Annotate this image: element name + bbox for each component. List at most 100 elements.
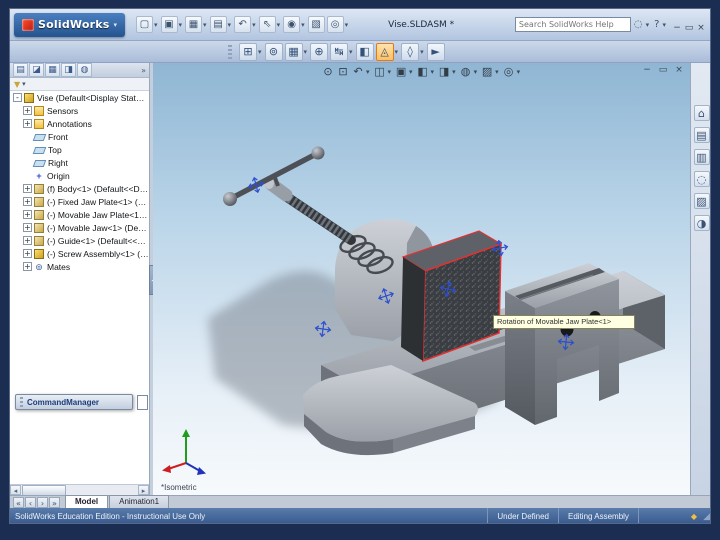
smart-fasteners-icon[interactable]: ⊕: [310, 42, 329, 61]
help-caret-icon[interactable]: ▾: [662, 21, 666, 29]
tab-scroll-prev-icon[interactable]: ‹: [25, 497, 36, 508]
tab-scroll-first-icon[interactable]: «: [13, 497, 24, 508]
view-palette-icon[interactable]: ▨: [693, 193, 710, 209]
expander-icon[interactable]: +: [23, 197, 32, 206]
tree-item-mates[interactable]: + ⊚ Mates: [10, 260, 149, 273]
reference-geometry-icon[interactable]: ◊: [401, 42, 420, 61]
menu-caret-icon[interactable]: ▾: [113, 21, 117, 29]
options-icon[interactable]: ◎: [326, 16, 344, 33]
rebuild-icon[interactable]: ◉: [283, 16, 301, 33]
view-orientation-caret[interactable]: ▾: [409, 68, 413, 76]
open-document-icon[interactable]: ▣: [160, 16, 178, 33]
solidworks-menu-button[interactable]: SolidWorks ▾: [14, 12, 125, 37]
display-style-icon[interactable]: ◧: [416, 65, 430, 78]
tree-item-front-plane[interactable]: + Front: [10, 130, 149, 143]
move-component-caret[interactable]: ▾: [349, 48, 353, 56]
tree-item-guide[interactable]: + (-) Guide<1> (Default<<Default>_Display…: [10, 234, 149, 247]
quick-tips-icon[interactable]: ◆: [685, 512, 703, 521]
expander-icon[interactable]: +: [23, 119, 32, 128]
help-icon[interactable]: ?: [654, 19, 659, 30]
command-manager-bar[interactable]: CommandManager: [15, 394, 133, 410]
options-caret[interactable]: ▾: [345, 21, 349, 29]
expander-icon[interactable]: +: [23, 210, 32, 219]
open-document-caret[interactable]: ▾: [179, 21, 183, 29]
apply-scene-icon[interactable]: ▨: [480, 65, 494, 78]
minimize-icon[interactable]: −: [671, 23, 683, 33]
zoom-to-area-icon[interactable]: ⊡: [336, 65, 350, 78]
edit-appearance-caret[interactable]: ▾: [474, 68, 478, 76]
tree-item-screw-assembly[interactable]: + (-) Screw Assembly<1> (Default<Default_…: [10, 247, 149, 260]
doc-close-icon[interactable]: ×: [673, 65, 685, 75]
view-orientation-icon[interactable]: ▣: [394, 65, 408, 78]
floating-toolbar-stub[interactable]: [137, 395, 148, 410]
select-caret[interactable]: ▾: [277, 21, 281, 29]
filter-funnel-icon[interactable]: ▼: [14, 80, 20, 89]
search-caret-icon[interactable]: ▾: [646, 21, 650, 29]
edit-appearance-icon[interactable]: ◍: [459, 65, 473, 78]
new-document-icon[interactable]: ▢: [136, 16, 153, 33]
previous-view-icon[interactable]: ↶: [351, 65, 365, 78]
scroll-right-icon[interactable]: ▸: [138, 485, 149, 495]
search-results-icon[interactable]: ◌: [693, 171, 710, 187]
toolbar-grip-handle[interactable]: [228, 44, 232, 59]
scrollbar-thumb[interactable]: [22, 484, 66, 496]
panel-overflow-chevron-icon[interactable]: »: [141, 66, 146, 75]
tab-model[interactable]: Model: [65, 495, 109, 508]
linear-component-pattern-caret[interactable]: ▾: [304, 48, 308, 56]
assembly-features-caret[interactable]: ▾: [395, 48, 399, 56]
move-component-icon[interactable]: ↹: [330, 42, 349, 61]
print-caret[interactable]: ▾: [228, 21, 232, 29]
show-hidden-components-icon[interactable]: ◧: [355, 42, 374, 61]
assembly-features-icon[interactable]: ◬: [375, 42, 394, 61]
solidworks-resources-icon[interactable]: ⌂: [693, 105, 710, 121]
file-properties-icon[interactable]: ▧: [307, 16, 325, 33]
close-icon[interactable]: ×: [695, 23, 707, 33]
dimxpertmanager-icon[interactable]: ◨: [61, 63, 76, 77]
doc-minimize-icon[interactable]: −: [641, 65, 653, 75]
view-settings-caret[interactable]: ▾: [517, 68, 521, 76]
expander-icon[interactable]: -: [13, 93, 22, 102]
hide-show-items-icon[interactable]: ◨: [437, 65, 451, 78]
hide-show-items-caret[interactable]: ▾: [452, 68, 456, 76]
tree-item-body[interactable]: + (f) Body<1> (Default<<Default>_Display …: [10, 182, 149, 195]
save-caret[interactable]: ▾: [203, 21, 207, 29]
tree-item-vise-root[interactable]: - Vise (Default<Display State-1>): [10, 91, 149, 104]
zoom-to-fit-icon[interactable]: ⊙: [321, 65, 335, 78]
propertymanager-icon[interactable]: ◪: [29, 63, 44, 77]
reference-geometry-caret[interactable]: ▾: [420, 48, 424, 56]
undo-caret[interactable]: ▾: [252, 21, 256, 29]
featuremanager-tree-icon[interactable]: ▤: [13, 63, 28, 77]
rebuild-caret[interactable]: ▾: [301, 21, 305, 29]
filter-caret-icon[interactable]: ▾: [22, 80, 26, 88]
tree-item-top-plane[interactable]: + Top: [10, 143, 149, 156]
expander-icon[interactable]: +: [23, 236, 32, 245]
save-icon[interactable]: ▦: [185, 16, 203, 33]
graphics-area[interactable]: ⊙ ⊡ ↶ ▾ ◫ ▾ ▣ ▾ ◧ ▾ ◨ ▾ ◍ ▾ ▨ ▾ ◎ ▾ − ▭ ×: [153, 63, 690, 495]
maximize-icon[interactable]: ▭: [683, 23, 695, 33]
select-icon[interactable]: ⇖: [258, 16, 276, 33]
linear-component-pattern-icon[interactable]: ▦: [284, 42, 303, 61]
tree-item-movable-jaw[interactable]: + (-) Movable Jaw<1> (Default<<Default>_D…: [10, 221, 149, 234]
new-motion-study-icon[interactable]: ►: [426, 42, 445, 61]
expander-icon[interactable]: +: [23, 184, 32, 193]
section-view-caret[interactable]: ▾: [388, 68, 392, 76]
tree-item-annotations[interactable]: + Annotations: [10, 117, 149, 130]
tab-animation1[interactable]: Animation1: [109, 495, 170, 508]
doc-restore-icon[interactable]: ▭: [657, 65, 669, 75]
tab-scroll-next-icon[interactable]: ›: [37, 497, 48, 508]
previous-view-caret[interactable]: ▾: [366, 68, 370, 76]
tree-item-sensors[interactable]: + Sensors: [10, 104, 149, 117]
tree-item-right-plane[interactable]: + Right: [10, 156, 149, 169]
resize-grip-icon[interactable]: ◢: [703, 511, 710, 522]
panel-horizontal-scrollbar[interactable]: ◂ ▸: [10, 484, 149, 496]
expander-icon[interactable]: +: [23, 262, 32, 271]
configurationmanager-icon[interactable]: ▦: [45, 63, 60, 77]
displaymanager-icon[interactable]: ◍: [77, 63, 92, 77]
expander-icon[interactable]: +: [23, 223, 32, 232]
new-document-caret[interactable]: ▾: [154, 21, 158, 29]
vise-3d-model[interactable]: [153, 63, 690, 495]
tree-item-origin[interactable]: + + Origin: [10, 169, 149, 182]
search-icon[interactable]: ◌: [634, 19, 643, 30]
insert-components-icon[interactable]: ⊞: [239, 42, 257, 61]
display-style-caret[interactable]: ▾: [431, 68, 435, 76]
